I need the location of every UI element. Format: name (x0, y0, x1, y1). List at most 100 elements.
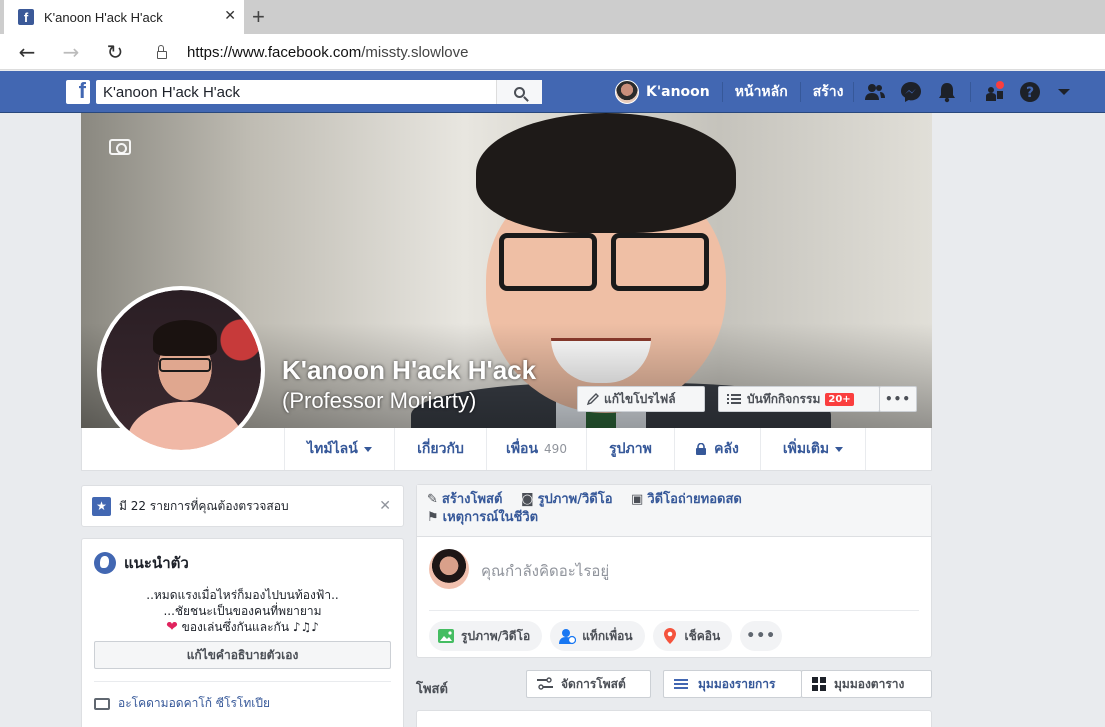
search-icon (514, 86, 525, 98)
tag-friends-button[interactable]: แท็กเพื่อน (550, 621, 645, 651)
help-question-icon[interactable]: ? (1019, 81, 1041, 103)
grid-view-label: มุมมองตาราง (834, 676, 905, 691)
heart-icon: ❤ (166, 619, 178, 635)
list-icon (727, 394, 741, 404)
user-name-link[interactable]: K'anoon (646, 84, 710, 100)
check-in-button[interactable]: เช็คอิน (652, 621, 733, 651)
briefcase-icon (94, 697, 110, 710)
lock-icon (696, 443, 707, 455)
reload-icon[interactable]: ↻ (102, 39, 128, 65)
intro-work-item[interactable]: อะโคดามอดคาโก้ ซีโรโทเปีย (94, 681, 391, 713)
edit-bio-button[interactable]: แก้ไขคำอธิบายตัวเอง (94, 641, 391, 669)
quick-help-people-icon[interactable] (983, 81, 1005, 103)
friends-count: 490 (544, 442, 567, 456)
back-arrow-icon[interactable]: ← (14, 39, 40, 65)
url-text: https://www.facebook.com/missty.slowlove (187, 43, 469, 61)
notifications-bell-icon[interactable] (936, 81, 958, 103)
tab-timeline-label: ไทม์ไลน์ (307, 441, 358, 457)
video-camera-icon: ▣ (631, 492, 644, 507)
intro-header: แนะนำตัว (94, 551, 391, 575)
profile-picture[interactable] (97, 286, 265, 454)
bio-text: ..หมดแรงเมื่อไหร่ก็มองไปบนท้องฟ้า.. ...ช… (94, 587, 391, 635)
tab-more[interactable]: เพิ่มเติม (760, 428, 866, 470)
tag-friends-label: แท็กเพื่อน (582, 628, 633, 643)
activity-log-label: บันทึกกิจกรรม (747, 391, 821, 406)
tab-friends[interactable]: เพื่อน 490 (486, 428, 586, 470)
intro-title: แนะนำตัว (124, 554, 189, 572)
composer-tab-life-event[interactable]: เหตุการณ์ในชีวิต (443, 510, 538, 525)
post-composer: ✎ สร้างโพสต์ ◙ รูปภาพ/วิดีโอ ▣ วิดีโอถ่ายทอ… (416, 484, 932, 658)
close-icon[interactable]: ✕ (379, 498, 391, 514)
composer-input[interactable]: คุณกำลังคิดอะไรอยู่ (481, 559, 609, 583)
close-tab-icon[interactable]: ✕ (224, 8, 236, 24)
forward-arrow-icon[interactable]: → (58, 39, 84, 65)
new-tab-icon[interactable]: + (252, 4, 265, 30)
composer-tab-create-post[interactable]: สร้างโพสต์ (442, 492, 503, 507)
browser-tab[interactable]: f K'anoon H'ack H'ack ✕ (4, 0, 244, 34)
location-pin-icon (663, 628, 676, 644)
add-photo-video-button[interactable]: รูปภาพ/วิดีโอ (429, 621, 543, 651)
url-field[interactable]: https://www.facebook.com/missty.slowlove (145, 37, 1105, 67)
tab-archive[interactable]: คลัง (674, 428, 760, 470)
grid-view-icon (812, 677, 826, 691)
tag-friends-icon (559, 629, 577, 645)
friend-requests-icon[interactable] (864, 81, 886, 103)
composer-tab-photo-video[interactable]: รูปภาพ/วิดีโอ (538, 492, 613, 507)
messenger-icon[interactable] (900, 81, 922, 103)
dropdown-caret-icon (363, 446, 372, 452)
bio-line: ...ชัยชนะเป็นของคนที่พยายาม (163, 604, 322, 618)
facebook-favicon-icon: f (18, 9, 34, 25)
tab-about[interactable]: เกี่ยวกับ (394, 428, 486, 470)
tab-photos-label: รูปภาพ (609, 441, 652, 457)
composer-tabs: ✎ สร้างโพสต์ ◙ รูปภาพ/วิดีโอ ▣ วิดีโอถ่ายทอ… (417, 485, 931, 537)
pencil-icon: ✎ (427, 492, 438, 507)
account-menu-chevron-icon[interactable] (1057, 87, 1071, 97)
composer-body: คุณกำลังคิดอะไรอยู่ (417, 537, 931, 607)
browser-tab-strip: f K'anoon H'ack H'ack ✕ + (0, 0, 1105, 34)
review-notice[interactable]: ★ มี 22 รายการที่คุณต้องตรวจสอบ ✕ (81, 485, 404, 527)
composer-actions: รูปภาพ/วิดีโอ แท็กเพื่อน เช็คอิน ••• (429, 610, 919, 651)
lock-icon (157, 45, 167, 59)
bio-line-text: ของเล่นซึ่งกันและกัน ♪♫♪ (181, 620, 319, 634)
update-cover-camera-icon[interactable] (109, 139, 131, 155)
more-actions-button[interactable]: ••• (740, 621, 783, 651)
tab-photos[interactable]: รูปภาพ (586, 428, 674, 470)
cover-photo-figure (499, 233, 709, 291)
search-input[interactable]: K'anoon H'ack H'ack (96, 84, 496, 101)
manage-posts-button[interactable]: จัดการโพสต์ (526, 670, 651, 698)
create-link[interactable]: สร้าง (813, 81, 844, 103)
star-icon: ★ (92, 496, 111, 516)
composer-tab-live-video[interactable]: วิดีโอถ่ายทอดสด (647, 492, 742, 507)
svg-text:?: ? (1026, 85, 1034, 101)
facebook-top-bar: f K'anoon H'ack H'ack K'anoon หน้าหลัก ส… (0, 71, 1105, 113)
edit-profile-button[interactable]: แก้ไขโปรไฟล์ (577, 386, 705, 412)
profile-alternate-name: (Professor Moriarty) (282, 388, 477, 413)
grid-view-button[interactable]: มุมมองตาราง (801, 670, 932, 698)
profile-picture-image (153, 320, 217, 356)
dropdown-caret-icon (835, 446, 844, 452)
posts-heading: โพสต์ (416, 682, 448, 697)
more-options-button[interactable]: ••• (879, 386, 917, 412)
globe-icon (94, 552, 116, 574)
search-box[interactable]: K'anoon H'ack H'ack (96, 80, 542, 104)
activity-count-badge: 20+ (825, 392, 854, 406)
settings-sliders-icon (537, 677, 553, 690)
facebook-logo-icon[interactable]: f (66, 80, 90, 104)
pencil-icon (586, 393, 599, 406)
profile-name[interactable]: K'anoon H'ack H'ack (282, 355, 536, 386)
browser-address-bar: ← → ↻ https://www.facebook.com/missty.sl… (0, 34, 1105, 70)
cover-photo-figure (476, 113, 736, 233)
divider (721, 82, 723, 102)
search-button[interactable] (496, 80, 542, 104)
tab-friends-label: เพื่อน (506, 441, 539, 457)
activity-log-button[interactable]: บันทึกกิจกรรม 20+ (718, 386, 880, 412)
intro-work-text: อะโคดามอดคาโก้ ซีโรโทเปีย (118, 696, 270, 710)
user-avatar[interactable] (615, 80, 639, 104)
home-link[interactable]: หน้าหลัก (735, 81, 788, 103)
list-view-label: มุมมองรายการ (698, 676, 776, 691)
tab-timeline[interactable]: ไทม์ไลน์ (284, 428, 394, 470)
profile-picture-image (159, 358, 211, 372)
list-view-button[interactable]: มุมมองรายการ (663, 670, 802, 698)
manage-posts-label: จัดการโพสต์ (561, 676, 626, 691)
bio-line: ❤ ของเล่นซึ่งกันและกัน ♪♫♪ (94, 619, 391, 635)
